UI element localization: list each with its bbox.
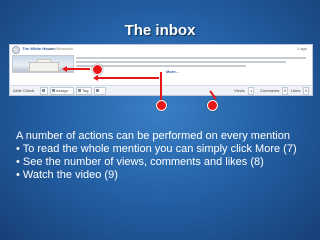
source-via: via Wikimedia <box>48 46 73 51</box>
comments-count: 0 <box>282 87 289 95</box>
mention-text-line <box>76 61 286 63</box>
assign-icon <box>52 89 55 92</box>
more-link[interactable]: More... <box>166 69 179 74</box>
tag-icon <box>78 89 81 92</box>
views-count: 1 <box>248 87 255 95</box>
likes-label: Likes <box>291 88 301 93</box>
annotation-arrow-text <box>97 77 159 79</box>
share-icon <box>96 89 99 92</box>
annotation-line-more <box>160 72 162 100</box>
annotation-marker-7 <box>156 100 167 111</box>
mention-header: The White House via Wikimedia 1 ago <box>10 45 312 54</box>
comments-label: Comments <box>260 88 280 93</box>
slide-title: The inbox <box>124 22 196 39</box>
body-line: A number of actions can be performed on … <box>16 130 290 142</box>
play-icon <box>42 89 45 92</box>
annotation-arrow-thumbnail <box>66 68 90 70</box>
mention-text-line <box>76 57 306 59</box>
slide-body: A number of actions can be performed on … <box>16 130 297 182</box>
annotation-marker-8 <box>207 100 218 111</box>
tag-label: Tag <box>82 88 89 93</box>
assign-button[interactable]: Assign <box>50 87 74 95</box>
source-avatar <box>12 46 20 54</box>
assign-label: Assign <box>56 88 69 93</box>
likes-count: 0 <box>303 87 310 95</box>
body-line: • To read the whole mention you can simp… <box>16 143 297 155</box>
annotation-marker-9 <box>92 64 103 75</box>
play-button[interactable] <box>40 87 48 95</box>
body-line: • Watch the video (9) <box>16 169 118 181</box>
thumbnail-building <box>29 62 59 72</box>
tag-button[interactable]: Tag <box>76 87 92 95</box>
media-label: Aktie Check <box>13 88 35 93</box>
views-label: Views <box>234 88 245 93</box>
share-button[interactable] <box>94 87 106 95</box>
body-line: • See the number of views, comments and … <box>16 156 264 168</box>
mention-age: 1 ago <box>296 46 307 51</box>
